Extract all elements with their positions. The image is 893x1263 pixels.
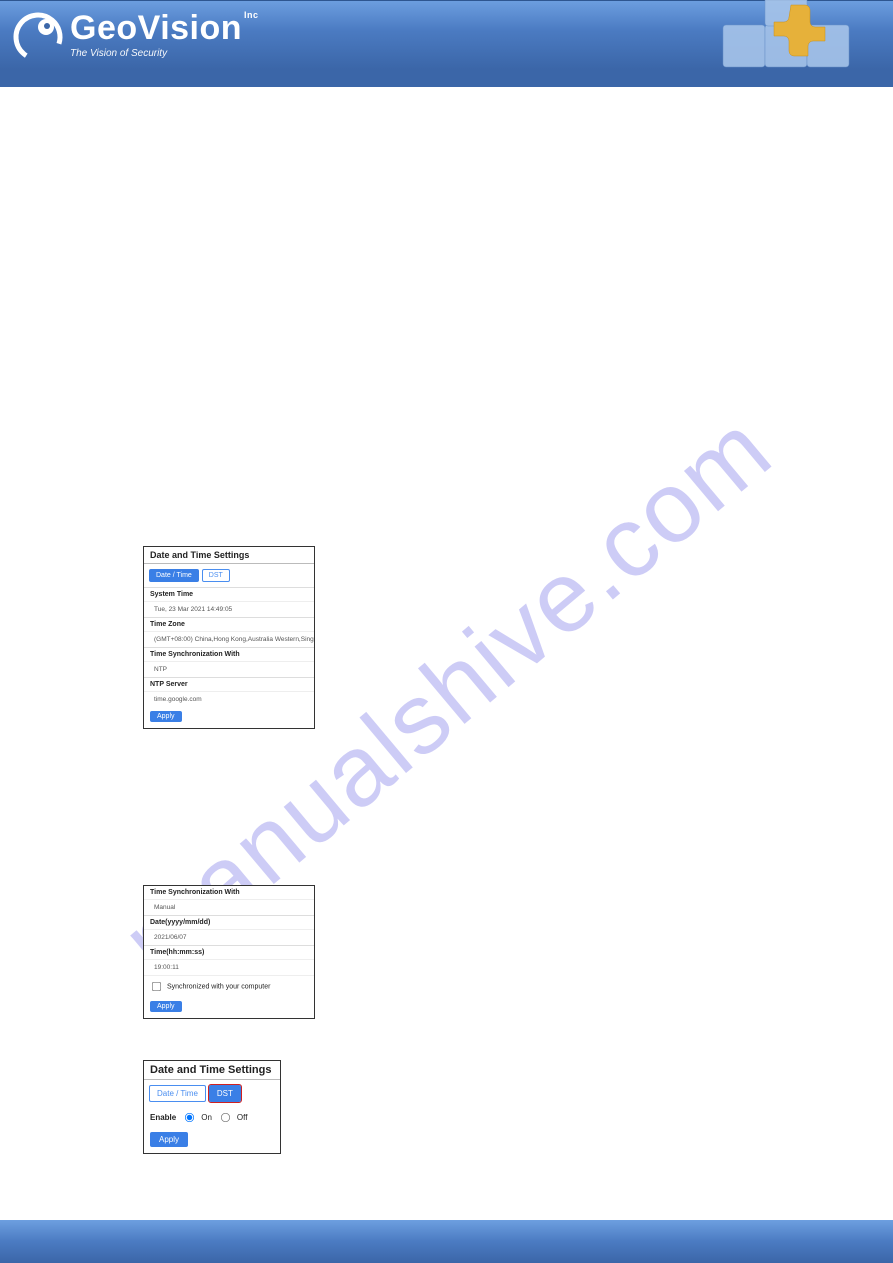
sync-with-value[interactable]: NTP [144,661,314,677]
brand-tagline: The Vision of Security [70,48,259,59]
apply-button[interactable]: Apply [150,711,182,722]
system-time-value: Tue, 23 Mar 2021 14:49:05 [144,601,314,617]
time-value[interactable]: 19:00:11 [144,959,314,975]
ntp-server-value[interactable]: time.google.com [144,691,314,707]
panel3-tabs: Date / Time DST [144,1080,280,1107]
enable-label: Enable [150,1113,176,1122]
sync-with-label: Time Synchronization With [144,886,314,899]
ntp-server-label: NTP Server [144,677,314,691]
panel3-title: Date and Time Settings [144,1061,280,1080]
tab-datetime[interactable]: Date / Time [149,1085,206,1102]
enable-off-label: Off [237,1113,248,1122]
enable-off-radio[interactable] [221,1113,230,1122]
brand-logo: GeoVisionInc The Vision of Security [10,7,259,63]
sync-computer-checkbox[interactable] [152,982,161,991]
system-time-label: System Time [144,587,314,601]
date-label: Date(yyyy/mm/dd) [144,915,314,929]
time-zone-label: Time Zone [144,617,314,631]
tab-datetime[interactable]: Date / Time [149,569,199,582]
date-value[interactable]: 2021/06/07 [144,929,314,945]
apply-button[interactable]: Apply [150,1132,188,1147]
puzzle-decoration-icon [673,0,893,87]
sync-with-value[interactable]: Manual [144,899,314,915]
settings-panel-manual: Time Synchronization With Manual Date(yy… [143,885,315,1019]
footer-band [0,1220,893,1263]
time-zone-value[interactable]: (GMT+08:00) China,Hong Kong,Australia We… [144,631,314,647]
panel1-tabs: Date / Time DST [144,564,314,587]
settings-panel-dst: Date and Time Settings Date / Time DST E… [143,1060,281,1154]
sync-computer-row[interactable]: Synchronized with your computer [144,975,314,997]
logo-mark-icon [10,7,66,63]
tab-dst[interactable]: DST [202,569,230,582]
brand-name: GeoVisionInc [70,11,259,45]
panel1-title: Date and Time Settings [144,547,314,564]
apply-button[interactable]: Apply [150,1001,182,1012]
sync-with-label: Time Synchronization With [144,647,314,661]
settings-panel-datetime: Date and Time Settings Date / Time DST S… [143,546,315,729]
enable-on-label: On [201,1113,212,1122]
header-band: GeoVisionInc The Vision of Security [0,0,893,87]
enable-on-radio[interactable] [185,1113,194,1122]
sync-computer-label: Synchronized with your computer [167,983,271,990]
tab-dst[interactable]: DST [209,1085,241,1102]
time-label: Time(hh:mm:ss) [144,945,314,959]
